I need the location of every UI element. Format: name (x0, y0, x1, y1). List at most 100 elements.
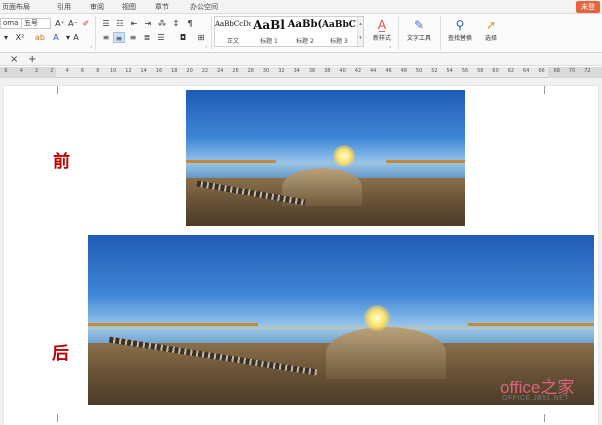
numbering-icon[interactable]: ☷ (114, 18, 126, 29)
style-heading-2[interactable]: AaBb( 标题 2 (287, 17, 323, 46)
document-tab-bar: × + (0, 53, 602, 66)
ruler-number: 60 (492, 68, 499, 74)
page-corner-mark (544, 86, 552, 94)
paragraph-group-launcher[interactable]: ⌟ (205, 43, 207, 49)
ruler-number: 20 (186, 68, 193, 74)
ruler-number: 72 (584, 68, 591, 74)
shrink-font-icon[interactable]: A⁻ (67, 18, 79, 29)
outdent-icon[interactable]: ⇤ (128, 18, 140, 29)
ruler-number: 28 (247, 68, 254, 74)
before-label: 前 (53, 152, 70, 172)
ruler-number: 62 (507, 68, 515, 74)
select-cursor-icon: ➚ (485, 18, 497, 32)
text-color-icon[interactable]: A (50, 32, 62, 43)
ruler-number: 54 (446, 68, 453, 74)
ruler-number: 66 (538, 68, 545, 74)
new-tab-icon[interactable]: + (28, 53, 36, 66)
new-style-button[interactable]: A̲ 新样式 (364, 17, 400, 49)
ruler-number: 56 (461, 68, 469, 74)
tab-review[interactable]: 审阅 (90, 2, 104, 12)
ruler-number: 38 (324, 68, 331, 74)
style-normal[interactable]: AaBbCcDd 正文 (215, 17, 251, 46)
text-tools-icon: ✎ (413, 18, 425, 32)
watermark-logo: office之家 OFFICE.JB51.NET (500, 373, 600, 413)
login-button[interactable]: 未登 (576, 1, 600, 13)
tab-view[interactable]: 视图 (122, 2, 136, 12)
chinese-layout-icon[interactable]: ⁂ (156, 18, 168, 29)
ruler-number: 26 (232, 68, 239, 74)
grow-font-icon[interactable]: A⁺ (54, 18, 66, 29)
justify-icon[interactable]: ≣ (141, 32, 153, 43)
font-size-select[interactable]: 五号 (21, 18, 51, 29)
ruler-number: 42 (354, 68, 362, 74)
page-corner-mark (544, 414, 552, 422)
distribute-icon[interactable]: ☰ (155, 32, 167, 43)
styles-group-launcher[interactable]: ⌟ (389, 43, 391, 49)
ruler-number: 32 (278, 68, 285, 74)
ribbon: oma 五号 A⁺ A⁻ ✐ ▾ X² ab A ▾ A ☰ ☷ ⇤ ⇥ ⁂ ↕… (0, 14, 602, 53)
ruler-number: 52 (431, 68, 438, 74)
highlight-icon[interactable]: ab (34, 32, 46, 43)
page-corner-mark (50, 86, 58, 94)
page-corner-mark (50, 414, 58, 422)
ruler-number: 10 (109, 68, 117, 74)
tab-references[interactable]: 引用 (57, 2, 71, 12)
tab-sections[interactable]: 章节 (155, 2, 169, 12)
ruler-number: 50 (415, 68, 423, 74)
borders-icon[interactable]: ⊞ (195, 32, 207, 43)
ruler-number: 22 (201, 68, 209, 74)
underline-dropdown-icon[interactable]: ▾ (0, 32, 12, 43)
ruler-number: 48 (400, 68, 407, 74)
tab-page-layout[interactable]: 页面布局 (2, 2, 30, 12)
select-button[interactable]: ➚ 选择 (478, 17, 504, 49)
ruler-number: 68 (553, 68, 560, 74)
clear-format-icon[interactable]: ✐ (80, 18, 92, 29)
ruler-number: 2 (35, 68, 39, 74)
new-style-icon: A̲ (377, 18, 387, 32)
style-gallery: AaBbCcDd 正文 AaBl 标题 1 AaBb( 标题 2 AaBbC 标… (214, 16, 364, 47)
ruler-number: 12 (125, 68, 132, 74)
style-heading-3[interactable]: AaBbC 标题 3 (321, 17, 357, 46)
style-heading-1[interactable]: AaBl 标题 1 (251, 17, 287, 46)
style-gallery-scroll[interactable]: ▴ ▾ (357, 17, 363, 46)
ruler-number: 40 (339, 68, 346, 74)
find-replace-icon: ⚲ (455, 18, 465, 32)
ruler-number: 16 (155, 68, 163, 74)
char-border-icon[interactable]: A (70, 32, 82, 43)
strikethrough-icon[interactable]: X² (14, 32, 26, 43)
ruler-number: 14 (140, 68, 147, 74)
find-replace-button[interactable]: ⚲ 查找替换 (442, 17, 478, 49)
separator (211, 16, 212, 50)
align-right-icon[interactable]: ≡ (127, 32, 139, 43)
before-panorama-image[interactable] (186, 90, 465, 226)
shading-icon[interactable]: ◘ (177, 32, 189, 43)
ruler-number: 34 (293, 68, 300, 74)
show-marks-icon[interactable]: ¶ (184, 18, 196, 29)
bullets-icon[interactable]: ☰ (100, 18, 112, 29)
ruler-left-margin (0, 67, 56, 78)
ruler-number: 4 (65, 68, 69, 74)
ruler-number: 44 (370, 68, 377, 74)
ruler-number: 64 (523, 68, 530, 74)
close-tab-icon[interactable]: × (10, 53, 18, 66)
ruler-number: 2 (50, 68, 54, 74)
separator (95, 16, 96, 50)
text-tools-button[interactable]: ✎ 文字工具 (399, 17, 439, 49)
horizontal-ruler[interactable]: 6 4 2 2 4 6 8 10 12 14 16 18 20 22 24 26 28 30 32 34 36 38 40 4… (0, 67, 602, 78)
ruler-number: 4 (19, 68, 23, 74)
sort-icon[interactable]: ↕ (170, 18, 182, 29)
font-group-launcher[interactable]: ⌟ (90, 43, 92, 49)
ruler-number: 30 (262, 68, 270, 74)
ruler-number: 6 (4, 68, 8, 74)
separator (440, 16, 441, 50)
ribbon-tab-bar: 页面布局 引用 审阅 视图 章节 办公空间 未登 (0, 0, 602, 14)
tab-office-space[interactable]: 办公空间 (190, 2, 218, 12)
align-center-icon[interactable]: ≡ (113, 32, 125, 43)
align-left-icon[interactable]: ≡ (100, 32, 112, 43)
ruler-number: 46 (385, 68, 392, 74)
ruler-number: 24 (217, 68, 224, 74)
ruler-number: 8 (96, 68, 100, 74)
watermark-url: OFFICE.JB51.NET (502, 395, 570, 402)
ruler-number: 36 (308, 68, 316, 74)
indent-icon[interactable]: ⇥ (142, 18, 154, 29)
